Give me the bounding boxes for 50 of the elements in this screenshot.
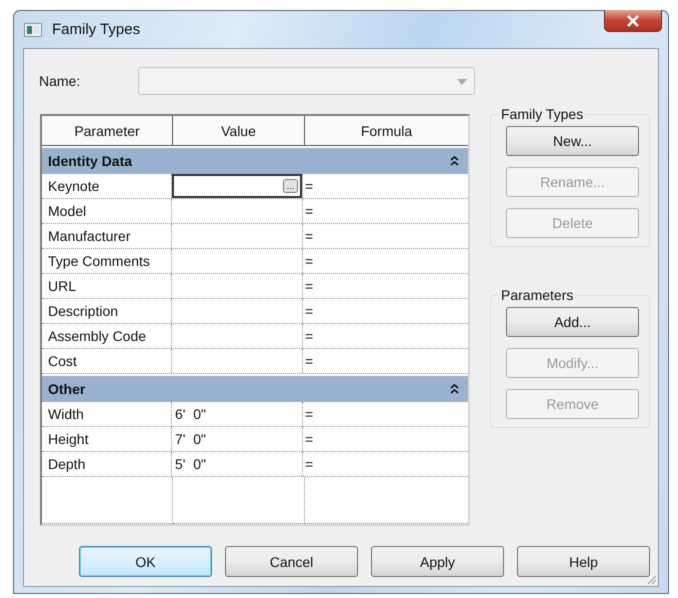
parameter-cell: Description	[42, 299, 172, 323]
group-header[interactable]: Identity Data	[42, 148, 468, 174]
value-cell[interactable]: 6' 0"	[172, 402, 303, 426]
parameter-cell: Manufacturer	[42, 224, 172, 248]
dialog-button[interactable]: Cancel	[225, 546, 358, 577]
collapse-icon[interactable]	[450, 384, 459, 394]
browse-button[interactable]: ...	[283, 179, 298, 193]
formula-cell[interactable]: =	[303, 427, 468, 451]
side-button[interactable]: New...	[506, 126, 639, 156]
side-button[interactable]: Add...	[506, 307, 639, 337]
parameter-cell: Width	[42, 402, 172, 426]
formula-cell[interactable]: =	[303, 452, 468, 476]
value-cell[interactable]: 7' 0"	[172, 427, 303, 451]
close-icon	[626, 14, 640, 26]
name-label: Name:	[39, 73, 82, 89]
formula-cell[interactable]: =	[303, 299, 468, 323]
dialog-button[interactable]: Apply	[371, 546, 504, 577]
group-header[interactable]: Other	[42, 376, 468, 402]
formula-cell[interactable]: =	[303, 199, 468, 223]
app-icon	[24, 22, 42, 36]
parameter-cell: Type Comments	[42, 249, 172, 273]
collapse-icon[interactable]	[450, 156, 459, 166]
group-title: Parameters	[500, 287, 574, 303]
column-header[interactable]: Formula	[305, 116, 468, 145]
group-title: Identity Data	[48, 153, 132, 169]
dialog-button[interactable]: Help	[517, 546, 650, 577]
group-title: Family Types	[500, 106, 584, 122]
formula-cell[interactable]: =	[303, 274, 468, 298]
group-title: Other	[48, 381, 86, 397]
formula-cell[interactable]: =	[303, 324, 468, 348]
parameter-cell: Height	[42, 427, 172, 451]
formula-cell[interactable]: =	[303, 174, 468, 198]
formula-cell[interactable]: =	[303, 349, 468, 373]
parameter-cell: Depth	[42, 452, 172, 476]
window-title: Family Types	[52, 21, 140, 38]
value-cell[interactable]: 5' 0"	[172, 452, 303, 476]
parameter-cell: Assembly Code	[42, 324, 172, 348]
column-header[interactable]: Parameter	[42, 116, 173, 145]
column-header[interactable]: Value	[173, 116, 305, 145]
value-field[interactable]: ...	[172, 174, 302, 198]
caret-icon	[457, 79, 467, 85]
resize-grip-icon[interactable]	[645, 573, 657, 585]
dialog-button[interactable]: OK	[79, 546, 212, 577]
parameter-cell: URL	[42, 274, 172, 298]
formula-cell[interactable]: =	[303, 249, 468, 273]
parameter-cell: Cost	[42, 349, 172, 373]
parameter-cell: Model	[42, 199, 172, 223]
close-button[interactable]	[604, 10, 662, 32]
formula-cell[interactable]: =	[303, 224, 468, 248]
formula-cell[interactable]: =	[303, 402, 468, 426]
